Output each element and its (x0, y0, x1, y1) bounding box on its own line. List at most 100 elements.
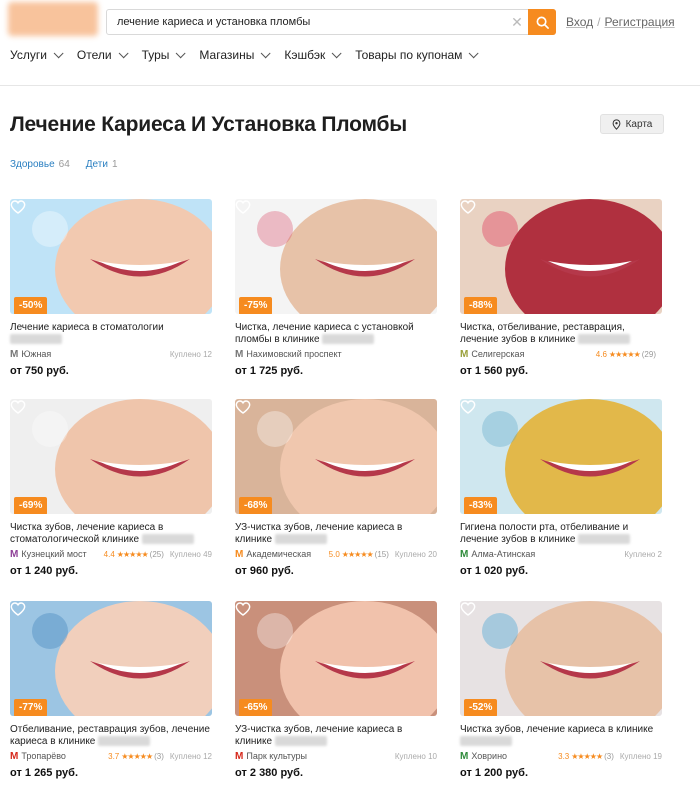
bought-count: Куплено 49 (169, 549, 212, 559)
filter-health[interactable]: Здоровье 64 (10, 159, 70, 170)
deal-meta: М Академическая 5.0 ★★★★★ (15) Куплено 2… (235, 548, 437, 560)
filter-count: 64 (58, 159, 70, 170)
map-button[interactable]: Карта (600, 114, 664, 134)
deal-image[interactable]: -75% (235, 199, 437, 314)
deal-card[interactable]: -50% Лечение кариеса в стоматологии М Юж… (10, 199, 212, 377)
nav-label: Кэшбэк (284, 48, 326, 62)
metro-station: Южная (21, 349, 52, 359)
nav-item-tours[interactable]: Туры (142, 46, 186, 64)
metro-icon: М (235, 548, 244, 560)
deal-image[interactable]: -83% (460, 399, 662, 514)
redacted-clinic-name (578, 334, 631, 345)
search-button[interactable] (528, 9, 556, 35)
rating: 5.0 ★★★★★ (15) Куплено 20 (329, 550, 437, 559)
deal-image[interactable]: -68% (235, 399, 437, 514)
deal-title[interactable]: Лечение кариеса в стоматологии (10, 322, 212, 346)
nav-item-services[interactable]: Услуги (10, 46, 64, 64)
review-count: (15) (374, 549, 389, 559)
page-title: Лечение Кариеса И Установка Пломбы (10, 113, 408, 136)
favorite-heart-icon[interactable] (235, 199, 251, 215)
deal-meta: М Ховрино 3.3 ★★★★★ (3) Куплено 19 (460, 750, 662, 762)
deal-meta: М Селигерская 4.6 ★★★★★ (29) (460, 348, 662, 360)
rating-stars: ★★★★★ (341, 549, 374, 559)
discount-badge: -83% (464, 497, 498, 514)
nav-item-shops[interactable]: Магазины (199, 46, 271, 64)
metro-station: Селигерская (471, 349, 525, 359)
metro-icon: М (235, 348, 244, 360)
favorite-heart-icon[interactable] (10, 601, 26, 617)
chevron-down-icon (176, 47, 186, 58)
deal-card[interactable]: -68% УЗ-чистка зубов, лечение кариеса в … (235, 399, 437, 577)
favorite-heart-icon[interactable] (10, 199, 26, 215)
search-input[interactable] (107, 10, 502, 34)
deal-title[interactable]: Отбеливание, реставрация зубов, лечение … (10, 724, 212, 748)
deal-card[interactable]: -83% Гигиена полости рта, отбеливание и … (460, 399, 662, 577)
deal-card[interactable]: -88% Чистка, отбеливание, реставрация, л… (460, 199, 662, 377)
deal-card[interactable]: -52% Чистка зубов, лечение кариеса в кли… (460, 601, 662, 779)
map-button-label: Карта (625, 118, 653, 130)
deal-image[interactable]: -52% (460, 601, 662, 716)
deal-price: от 960 руб. (235, 565, 294, 577)
deal-price: от 750 руб. (10, 365, 69, 377)
bought-count: Куплено 20 (394, 549, 437, 559)
deal-image[interactable]: -69% (10, 399, 212, 514)
deal-title[interactable]: Чистка зубов, лечение кариеса в стоматол… (10, 522, 212, 546)
redacted-clinic-name (460, 736, 512, 747)
deal-title[interactable]: УЗ-чистка зубов, лечение кариеса в клини… (235, 522, 437, 546)
deal-title-text: Чистка зубов, лечение кариеса в клинике (460, 724, 654, 735)
deal-image[interactable]: -88% (460, 199, 662, 314)
nav-item-hotels[interactable]: Отели (77, 46, 129, 64)
deal-title[interactable]: Гигиена полости рта, отбеливание и лечен… (460, 522, 662, 546)
discount-badge: -65% (239, 699, 273, 716)
rating: Куплено 10 (385, 752, 437, 761)
deal-card[interactable]: -75% Чистка, лечение кариеса с установко… (235, 199, 437, 377)
deal-title-text: Чистка зубов, лечение кариеса в стоматол… (10, 522, 164, 545)
filter-kids[interactable]: Дети 1 (86, 159, 118, 170)
discount-badge: -88% (464, 297, 498, 314)
favorite-heart-icon[interactable] (460, 199, 476, 215)
deal-price: от 1 200 руб. (460, 767, 529, 779)
deal-image[interactable]: -50% (10, 199, 212, 314)
rating: 4.6 ★★★★★ (29) (596, 350, 662, 359)
rating: Куплено 2 (614, 550, 662, 559)
deal-title[interactable]: Чистка зубов, лечение кариеса в клинике (460, 724, 662, 748)
favorite-heart-icon[interactable] (235, 601, 251, 617)
chevron-down-icon (261, 47, 271, 58)
logo[interactable] (8, 2, 98, 36)
rating-stars: ★★★★★ (608, 349, 641, 359)
bought-count: Куплено 12 (169, 751, 212, 761)
deal-image[interactable]: -65% (235, 601, 437, 716)
deal-title[interactable]: УЗ-чистка зубов, лечение кариеса в клини… (235, 724, 437, 748)
nav-label: Магазины (199, 48, 255, 62)
login-link[interactable]: Вход (566, 15, 593, 29)
nav-item-coupon-goods[interactable]: Товары по купонам (355, 46, 480, 64)
deal-price: от 1 265 руб. (10, 767, 79, 779)
favorite-heart-icon[interactable] (460, 399, 476, 415)
rating: 3.3 ★★★★★ (3) Куплено 19 (558, 752, 662, 761)
filter-count: 1 (111, 159, 118, 170)
deal-card[interactable]: -65% УЗ-чистка зубов, лечение кариеса в … (235, 601, 437, 779)
deal-image[interactable]: -77% (10, 601, 212, 716)
deal-card[interactable]: -77% Отбеливание, реставрация зубов, леч… (10, 601, 212, 779)
deal-card[interactable]: -69% Чистка зубов, лечение кариеса в сто… (10, 399, 212, 577)
review-count: (3) (604, 751, 614, 761)
nav-label: Услуги (10, 48, 47, 62)
favorite-heart-icon[interactable] (235, 399, 251, 415)
auth-separator: / (597, 15, 601, 29)
metro-station: Академическая (246, 549, 312, 559)
rating: Куплено 12 (160, 350, 212, 359)
nav-item-cashback[interactable]: Кэшбэк (284, 46, 342, 64)
favorite-heart-icon[interactable] (460, 601, 476, 617)
deal-title[interactable]: Чистка, лечение кариеса с установкой пло… (235, 322, 437, 346)
main-nav: Услуги Отели Туры Магазины Кэшбэк Товары… (10, 46, 492, 64)
register-link[interactable]: Регистрация (605, 15, 675, 29)
deal-meta: М Кузнецкий мост 4.4 ★★★★★ (25) Куплено … (10, 548, 212, 560)
deal-title[interactable]: Чистка, отбеливание, реставрация, лечени… (460, 322, 662, 346)
metro-icon: М (460, 348, 469, 360)
rating-stars: ★★★★★ (121, 751, 153, 761)
redacted-clinic-name (322, 334, 375, 345)
favorite-heart-icon[interactable] (10, 399, 26, 415)
redacted-clinic-name (274, 736, 327, 747)
clear-icon[interactable]: ✕ (509, 14, 525, 30)
deal-meta: М Нахимовский проспект (235, 348, 437, 360)
